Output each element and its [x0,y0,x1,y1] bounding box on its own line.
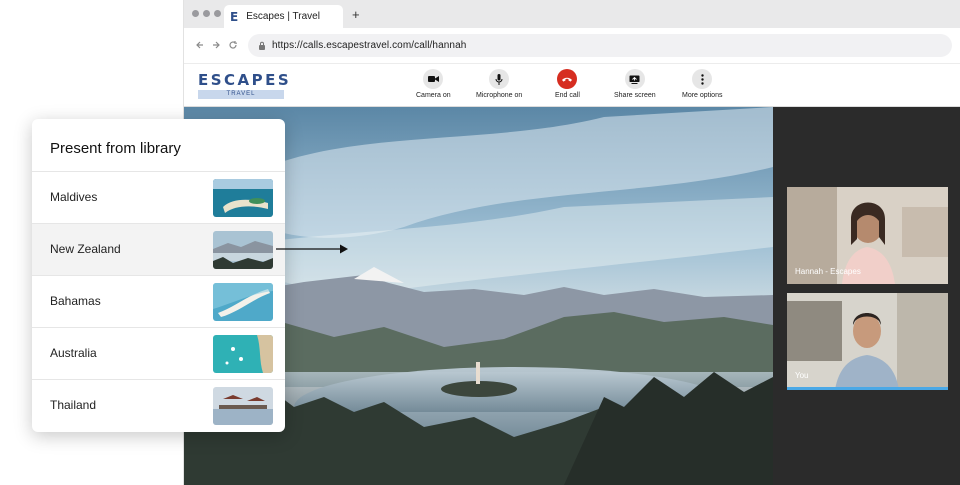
share-screen-label: Share screen [614,92,656,99]
tab-favicon: E [230,9,239,24]
participant-tile-you[interactable]: You [787,293,948,390]
maximize-window-dot[interactable] [214,10,221,17]
library-title: Present from library [50,140,181,157]
more-vertical-icon [692,69,713,89]
camera-icon [423,69,444,89]
maldives-thumbnail [213,179,273,217]
close-window-dot[interactable] [192,10,199,17]
share-screen-icon [624,69,645,89]
arrow-to-presentation-icon [276,242,350,260]
minimize-window-dot[interactable] [203,10,210,17]
camera-button[interactable]: Camera on [416,69,451,99]
participant-tile-hannah[interactable]: Hannah - Escapes [787,187,948,284]
browser-tab[interactable]: E Escapes | Travel [224,5,343,28]
reload-icon[interactable] [226,38,240,52]
window-controls [192,10,221,17]
you-video [787,293,948,390]
brand-subtitle: TRAVEL [198,90,284,99]
library-item-thailand[interactable]: Thailand [32,379,285,431]
library-item-label: Bahamas [50,294,101,308]
new-tab-button[interactable]: + [352,7,360,22]
tab-title: Escapes | Travel [246,11,320,22]
participant-label-hannah: Hannah - Escapes [795,267,861,276]
microphone-icon [489,69,510,89]
back-icon[interactable] [193,38,207,52]
library-item-label: Australia [50,346,97,360]
australia-thumbnail [213,335,273,373]
tab-bar: E Escapes | Travel + [184,0,960,28]
url-field[interactable]: https://calls.escapestravel.com/call/han… [248,34,952,57]
bahamas-thumbnail [213,283,273,321]
library-panel: Present from library Maldives New Zealan… [32,119,285,432]
library-item-new-zealand[interactable]: New Zealand [32,223,285,275]
end-call-label: End call [555,92,580,99]
phone-hangup-icon [557,69,578,89]
microphone-label: Microphone on [476,92,523,99]
end-call-button[interactable]: End call [555,69,580,99]
escapes-logo: ESCAPES TRAVEL [198,71,292,99]
lock-icon [258,37,266,55]
brand-name: ESCAPES [198,71,292,89]
library-item-label: New Zealand [50,242,121,256]
library-item-maldives[interactable]: Maldives [32,171,285,223]
stage: E Escapes | Travel + https://calls.escap… [0,0,960,485]
participant-label-you: You [795,371,809,380]
participants-panel: Hannah - Escapes You [773,107,960,485]
library-item-australia[interactable]: Australia [32,327,285,379]
forward-icon[interactable] [209,38,223,52]
more-options-label: More options [682,92,723,99]
thailand-thumbnail [213,387,273,425]
library-item-label: Maldives [50,190,98,204]
address-bar: https://calls.escapestravel.com/call/han… [184,28,960,64]
library-item-bahamas[interactable]: Bahamas [32,275,285,327]
library-item-label: Thailand [50,398,97,412]
speaking-indicator [787,387,948,390]
microphone-button[interactable]: Microphone on [476,69,522,99]
more-options-button[interactable]: More options [682,69,722,99]
share-screen-button[interactable]: Share screen [614,69,656,99]
call-toolbar: ESCAPES TRAVEL Camera on Microphone on E… [184,65,960,107]
new-zealand-thumbnail [213,231,273,269]
camera-label: Camera on [416,92,451,99]
url-text: https://calls.escapestravel.com/call/han… [272,40,467,51]
